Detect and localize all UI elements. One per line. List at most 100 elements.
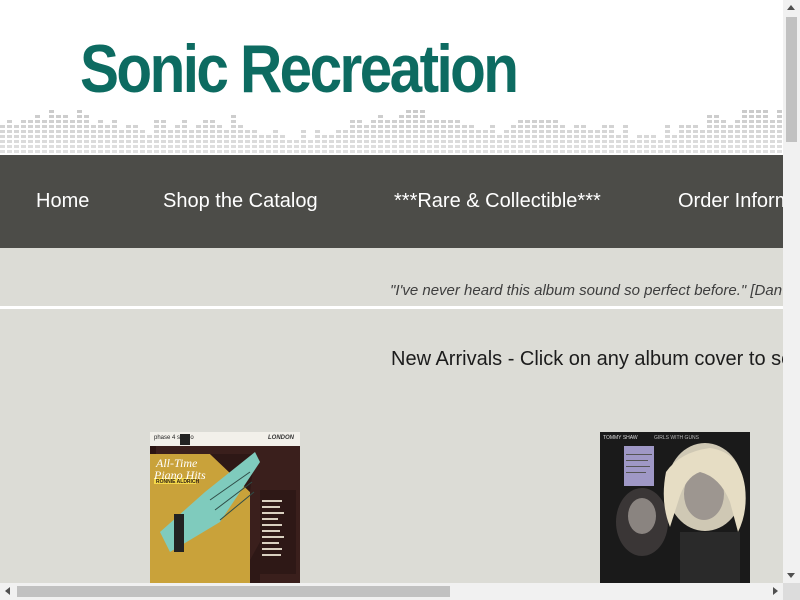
equalizer-segment xyxy=(0,135,5,138)
equalizer-segment xyxy=(7,130,12,133)
equalizer-segment xyxy=(532,140,537,143)
vertical-scroll-thumb[interactable] xyxy=(786,17,797,142)
equalizer-segment xyxy=(182,140,187,143)
equalizer-segment xyxy=(126,125,131,128)
equalizer-segment xyxy=(581,130,586,133)
nav-item-rare-collectible[interactable]: ***Rare & Collectible*** xyxy=(394,155,601,248)
horizontal-scrollbar[interactable] xyxy=(0,583,783,600)
equalizer-segment xyxy=(532,125,537,128)
equalizer-segment xyxy=(182,130,187,133)
equalizer-segment xyxy=(735,130,740,133)
equalizer-segment xyxy=(224,135,229,138)
equalizer-segment xyxy=(420,130,425,133)
equalizer-segment xyxy=(413,145,418,148)
equalizer-segment xyxy=(70,150,75,153)
equalizer-segment xyxy=(77,110,82,113)
equalizer-segment xyxy=(350,135,355,138)
equalizer-segment xyxy=(721,130,726,133)
equalizer-segment xyxy=(770,145,775,148)
equalizer-segment xyxy=(532,120,537,123)
nav-item-order-information[interactable]: Order Information xyxy=(678,155,783,248)
nav-item-shop-catalog[interactable]: Shop the Catalog xyxy=(163,155,318,248)
equalizer-segment xyxy=(504,140,509,143)
equalizer-segment xyxy=(399,135,404,138)
equalizer-segment xyxy=(595,140,600,143)
equalizer-segment xyxy=(476,140,481,143)
equalizer-segment xyxy=(91,135,96,138)
equalizer-segment xyxy=(707,140,712,143)
equalizer-segment xyxy=(413,125,418,128)
equalizer-segment xyxy=(28,120,33,123)
equalizer-segment xyxy=(245,140,250,143)
nav-item-home[interactable]: Home xyxy=(36,155,89,248)
equalizer-segment xyxy=(553,120,558,123)
equalizer-segment xyxy=(357,140,362,143)
equalizer-segment xyxy=(70,140,75,143)
equalizer-segment xyxy=(175,130,180,133)
equalizer-segment xyxy=(42,130,47,133)
equalizer-segment xyxy=(14,130,19,133)
equalizer-segment xyxy=(35,130,40,133)
equalizer-segment xyxy=(98,140,103,143)
equalizer-segment xyxy=(665,135,670,138)
equalizer-segment xyxy=(343,135,348,138)
equalizer-segment xyxy=(616,140,621,143)
equalizer-segment xyxy=(378,130,383,133)
equalizer-segment xyxy=(301,150,306,153)
divider-line xyxy=(0,306,783,309)
equalizer-segment xyxy=(658,145,663,148)
equalizer-segment xyxy=(490,130,495,133)
equalizer-segment xyxy=(49,135,54,138)
equalizer-segment xyxy=(245,145,250,148)
equalizer-segment xyxy=(707,135,712,138)
equalizer-segment xyxy=(644,145,649,148)
scroll-up-arrow-icon[interactable] xyxy=(787,5,795,10)
scroll-down-arrow-icon[interactable] xyxy=(787,573,795,578)
equalizer-segment xyxy=(28,140,33,143)
equalizer-segment xyxy=(357,145,362,148)
equalizer-segment xyxy=(231,115,236,118)
equalizer-segment xyxy=(532,135,537,138)
equalizer-segment xyxy=(756,115,761,118)
equalizer-segment xyxy=(763,145,768,148)
vertical-scrollbar[interactable] xyxy=(783,0,800,583)
equalizer-segment xyxy=(406,130,411,133)
equalizer-segment xyxy=(91,145,96,148)
equalizer-segment xyxy=(196,125,201,128)
scroll-left-arrow-icon[interactable] xyxy=(5,587,10,595)
equalizer-segment xyxy=(56,125,61,128)
site-title[interactable]: Sonic Recreation xyxy=(80,30,519,108)
equalizer-segment xyxy=(406,150,411,153)
equalizer-segment xyxy=(119,140,124,143)
equalizer-segment xyxy=(560,150,565,153)
scroll-right-arrow-icon[interactable] xyxy=(773,587,778,595)
equalizer-segment xyxy=(322,140,327,143)
equalizer-segment xyxy=(756,130,761,133)
equalizer-segment xyxy=(441,145,446,148)
equalizer-segment xyxy=(490,150,495,153)
equalizer-segment xyxy=(259,150,264,153)
equalizer-segment xyxy=(714,135,719,138)
equalizer-segment xyxy=(490,135,495,138)
equalizer-segment xyxy=(777,150,782,153)
equalizer-segment xyxy=(70,135,75,138)
equalizer-segment xyxy=(777,140,782,143)
equalizer-segment xyxy=(721,125,726,128)
album-cover-all-time-piano-hits[interactable]: phase 4 stereo LONDON All-Time Piano Hit… xyxy=(150,432,300,583)
equalizer-segment xyxy=(371,145,376,148)
equalizer-segment xyxy=(672,135,677,138)
equalizer-segment xyxy=(546,140,551,143)
equalizer-segment xyxy=(742,150,747,153)
equalizer-segment xyxy=(35,120,40,123)
album-cover-tommy-shaw[interactable]: TOMMY SHAW GIRLS WITH GUNS xyxy=(600,432,750,583)
equalizer-segment xyxy=(511,140,516,143)
equalizer-segment xyxy=(553,135,558,138)
equalizer-segment xyxy=(350,145,355,148)
equalizer-segment xyxy=(140,145,145,148)
equalizer-segment xyxy=(371,125,376,128)
equalizer-segment xyxy=(203,125,208,128)
horizontal-scroll-thumb[interactable] xyxy=(17,586,450,597)
equalizer-segment xyxy=(84,140,89,143)
equalizer-segment xyxy=(98,120,103,123)
equalizer-segment xyxy=(448,140,453,143)
